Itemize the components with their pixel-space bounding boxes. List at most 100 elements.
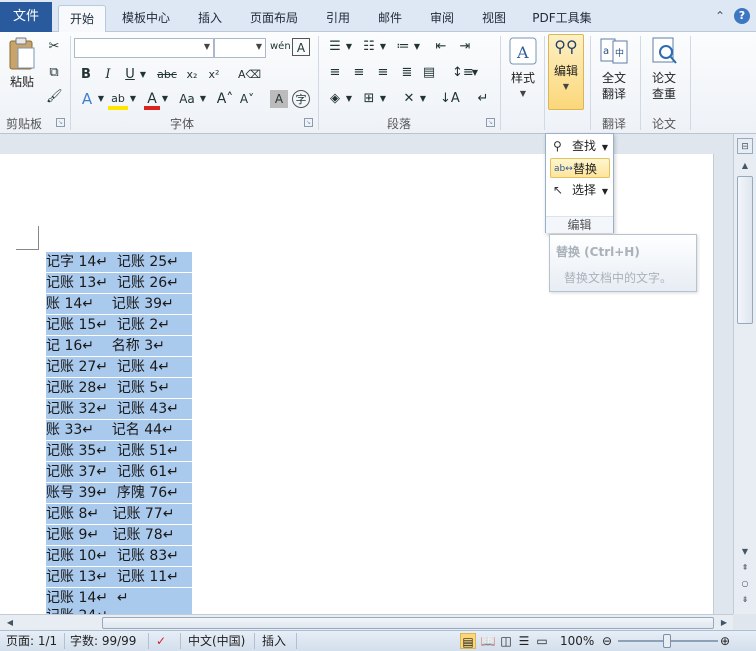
increase-indent-icon[interactable]: ⇥ (456, 38, 474, 56)
shading-icon[interactable]: ◈ (326, 90, 344, 108)
paragraph-launcher-icon[interactable]: ↘ (486, 118, 495, 127)
tab-pdf-tools[interactable]: PDF工具集 (524, 5, 600, 32)
text-line[interactable]: 记账 13↵ 记账 26↵ (46, 273, 192, 293)
text-line[interactable]: 记账 8↵ 记账 77↵ (46, 504, 192, 524)
tab-insert[interactable]: 插入 (188, 5, 232, 32)
insert-mode-indicator[interactable]: 插入 (262, 633, 286, 649)
show-marks-icon[interactable]: ↵ (474, 90, 492, 108)
bullets-dropdown-icon[interactable]: ▼ (344, 38, 354, 56)
text-line[interactable]: 记字 14↵ 记账 25↵ (46, 252, 192, 272)
align-right-icon[interactable]: ≡ (374, 64, 392, 82)
tab-home[interactable]: 开始 (58, 5, 106, 33)
ruler-toggle-icon[interactable]: ⊟ (737, 138, 753, 154)
horizontal-scroll-thumb[interactable] (102, 617, 714, 629)
shading-dropdown-icon[interactable]: ▼ (344, 90, 354, 108)
highlight-dropdown-icon[interactable]: ▼ (128, 90, 138, 108)
page-indicator[interactable]: 页面: 1/1 (6, 633, 57, 649)
text-line[interactable]: 记账 32↵ 记账 43↵ (46, 399, 192, 419)
scroll-right-icon[interactable]: ▶ (716, 615, 732, 631)
find-menu-item[interactable]: ⚲ 查找 ▼ (550, 136, 610, 156)
scroll-down-icon[interactable]: ▼ (737, 544, 753, 560)
text-line[interactable]: 记账 37↵ 记账 61↵ (46, 462, 192, 482)
align-center-icon[interactable]: ≡ (350, 64, 368, 82)
text-line[interactable]: 记账 28↵ 记账 5↵ (46, 378, 192, 398)
tab-page-layout[interactable]: 页面布局 (240, 5, 308, 32)
sort-icon[interactable]: ↓A (440, 90, 460, 108)
paper-check-button[interactable]: 论文 查重 (646, 36, 682, 102)
underline-dropdown-icon[interactable]: ▼ (138, 66, 148, 84)
distributed-icon[interactable]: ▤ (420, 64, 438, 82)
underline-icon[interactable]: U (122, 66, 138, 84)
text-effects-icon[interactable]: A (78, 90, 96, 108)
clear-formatting-icon[interactable]: A⌫ (238, 66, 261, 84)
multilevel-list-dropdown-icon[interactable]: ▼ (412, 38, 422, 56)
outline-view-icon[interactable]: ☰ (516, 633, 532, 649)
text-line[interactable]: 记账 15↵ 记账 2↵ (46, 315, 192, 335)
select-menu-item[interactable]: ↖ 选择 ▼ (550, 180, 610, 200)
borders-icon[interactable]: ⊞ (360, 90, 378, 108)
numbering-icon[interactable]: ☷ (360, 38, 378, 56)
scroll-left-icon[interactable]: ◀ (2, 615, 18, 631)
multilevel-list-icon[interactable]: ≔ (394, 38, 412, 56)
editing-button[interactable]: ⚲⚲ 编辑 ▼ (548, 34, 584, 110)
zoom-level[interactable]: 100% (560, 633, 594, 649)
full-screen-reading-icon[interactable]: 📖 (480, 633, 496, 649)
scroll-up-icon[interactable]: ▲ (737, 158, 753, 174)
text-line[interactable]: 记账 10↵ 记账 83↵ (46, 546, 192, 566)
text-line[interactable]: 记账 9↵ 记账 78↵ (46, 525, 192, 545)
text-line[interactable]: 记账 24↵ (46, 606, 192, 614)
justify-icon[interactable]: ≣ (398, 64, 416, 82)
tab-review[interactable]: 审阅 (420, 5, 464, 32)
print-layout-view-icon[interactable]: ▤ (460, 633, 476, 649)
draft-view-icon[interactable]: ▭ (534, 633, 550, 649)
subscript-icon[interactable]: x₂ (184, 66, 200, 84)
previous-page-icon[interactable]: ⇞ (737, 560, 753, 576)
chinese-layout-dropdown-icon[interactable]: ▼ (418, 90, 428, 108)
shrink-font-icon[interactable]: A˅ (238, 90, 256, 108)
tab-mailings[interactable]: 邮件 (368, 5, 412, 32)
vertical-scrollbar[interactable]: ⊟ ▲ ▼ ⇞ ○ ⇟ (733, 134, 756, 614)
collapse-ribbon-icon[interactable]: ⌃ (712, 8, 728, 24)
text-line[interactable]: 记账 35↵ 记账 51↵ (46, 441, 192, 461)
grow-font-icon[interactable]: A˄ (216, 90, 234, 108)
clipboard-launcher-icon[interactable]: ↘ (56, 118, 65, 127)
zoom-in-icon[interactable]: ⊕ (718, 633, 732, 649)
styles-button[interactable]: A 样式 ▼ (504, 36, 542, 102)
text-line[interactable]: 记 16↵ 名称 3↵ (46, 336, 192, 356)
char-border-icon[interactable]: A (292, 38, 310, 56)
font-color-dropdown-icon[interactable]: ▼ (160, 90, 170, 108)
text-line[interactable]: 账号 39↵ 序隗 76↵ (46, 483, 192, 503)
browse-object-icon[interactable]: ○ (737, 576, 753, 592)
text-effects-dropdown-icon[interactable]: ▼ (96, 90, 106, 108)
proofing-icon[interactable]: ✓ (156, 633, 174, 649)
cut-icon[interactable]: ✂ (46, 38, 62, 56)
change-case-icon[interactable]: Aa (176, 90, 198, 108)
format-painter-icon[interactable]: 🖌 (46, 88, 63, 106)
italic-icon[interactable]: I (100, 66, 116, 84)
decrease-indent-icon[interactable]: ⇤ (432, 38, 450, 56)
line-spacing-dropdown-icon[interactable]: ▼ (470, 64, 480, 82)
word-count[interactable]: 字数: 99/99 (70, 633, 136, 649)
vertical-scroll-thumb[interactable] (737, 176, 753, 324)
text-line[interactable]: 记账 14↵ ↵ (46, 588, 192, 608)
language-indicator[interactable]: 中文(中国) (188, 633, 245, 649)
replace-menu-item[interactable]: ab↔ 替换 (550, 158, 610, 178)
text-line[interactable]: 账 33↵ 记名 44↵ (46, 420, 192, 440)
numbering-dropdown-icon[interactable]: ▼ (378, 38, 388, 56)
change-case-dropdown-icon[interactable]: ▼ (198, 90, 208, 108)
text-line[interactable]: 记账 13↵ 记账 11↵ (46, 567, 192, 587)
bold-icon[interactable]: B (78, 66, 94, 84)
tab-view[interactable]: 视图 (472, 5, 516, 32)
enclose-characters-icon[interactable]: 字 (292, 90, 310, 108)
bullets-icon[interactable]: ☰ (326, 38, 344, 56)
phonetic-guide-icon[interactable]: wén (270, 38, 291, 56)
copy-icon[interactable]: ⧉ (46, 64, 62, 82)
chinese-layout-icon[interactable]: ✕ (400, 90, 418, 108)
char-shading-icon[interactable]: A (270, 90, 288, 108)
tab-template-center[interactable]: 模板中心 (112, 5, 180, 32)
web-layout-icon[interactable]: ◫ (498, 633, 514, 649)
next-page-icon[interactable]: ⇟ (737, 592, 753, 608)
font-name-combo[interactable]: ▼ (74, 38, 214, 58)
line-spacing-icon[interactable]: ↕≡ (452, 64, 474, 82)
tab-file[interactable]: 文件 (0, 2, 52, 32)
